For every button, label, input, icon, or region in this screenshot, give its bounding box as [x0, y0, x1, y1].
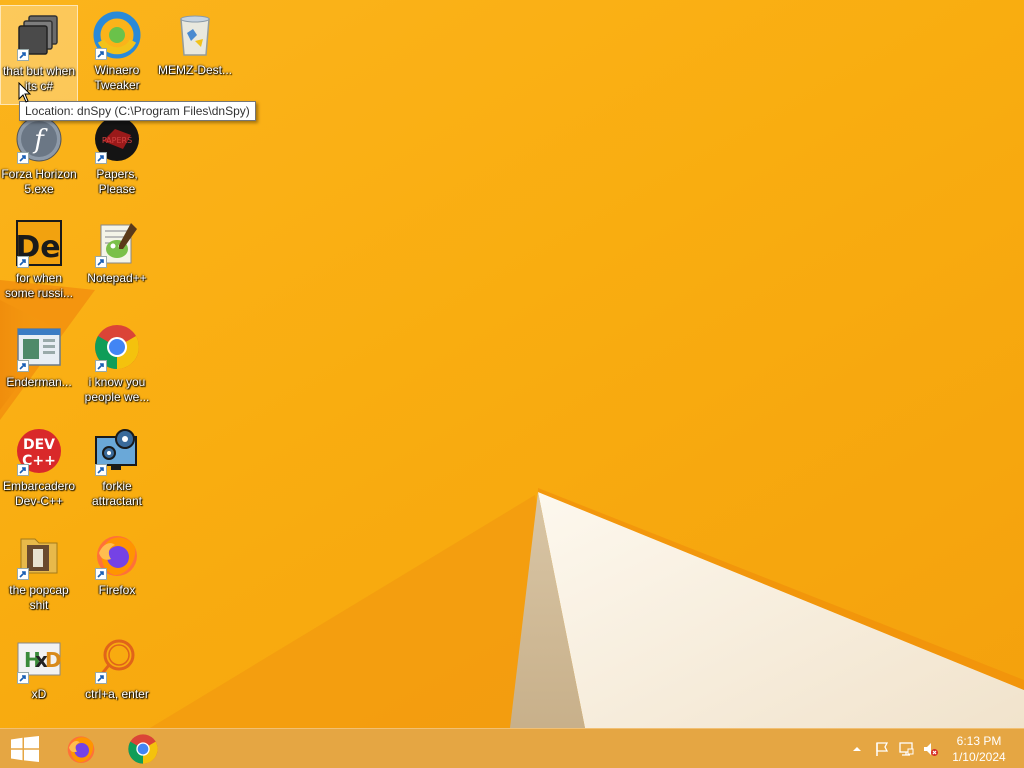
- taskbar: 6:13 PM 1/10/2024: [0, 728, 1024, 768]
- desktop-icon-label: Winaero Tweaker: [94, 63, 140, 92]
- shortcut-arrow-icon: [17, 49, 29, 61]
- desktop-icon-chrome[interactable]: i know you people we...: [78, 317, 156, 417]
- desktop-icon-de[interactable]: De for when some russi...: [0, 213, 78, 313]
- desktop-icon-label: xD: [31, 687, 47, 701]
- hxd-icon: HxD: [15, 635, 63, 684]
- circle-q-icon: [93, 635, 141, 684]
- desktop-icon-label: MEMZ-Dest...: [158, 63, 232, 77]
- network-icon: [899, 742, 914, 756]
- desktop-icon-label: the popcap shit: [9, 583, 69, 612]
- desktop-icon-label: Enderman...: [6, 375, 72, 389]
- desktop-icon-label: i know you people we...: [84, 375, 150, 404]
- shortcut-arrow-icon: [17, 568, 29, 580]
- desktop-icon-label: for when some russi...: [4, 271, 73, 300]
- desktop-icon-forkie[interactable]: forkie attractant: [78, 421, 156, 521]
- chrome-icon: [93, 323, 141, 372]
- desktop-icon-enderman[interactable]: Enderman...: [0, 317, 78, 417]
- chrome-icon: [128, 734, 158, 764]
- desktop-icon-papers-please[interactable]: PAPERS Papers, Please: [78, 109, 156, 209]
- shortcut-arrow-icon: [17, 672, 29, 684]
- clock-date: 1/10/2024: [952, 750, 1006, 764]
- desktop-icon-winaero[interactable]: Winaero Tweaker: [78, 5, 156, 105]
- devcpp-icon: DEV C++: [15, 427, 63, 476]
- desktop-icon-label: Firefox: [98, 583, 136, 597]
- shortcut-arrow-icon: [95, 360, 107, 372]
- desktop-icon-label: Forza Horizon 5.exe: [1, 167, 77, 196]
- windows-logo-icon: [11, 736, 39, 762]
- shortcut-arrow-icon: [17, 464, 29, 476]
- svg-text:PAPERS: PAPERS: [102, 136, 132, 145]
- action-center-button[interactable]: [873, 729, 891, 768]
- chevron-up-icon: [853, 747, 861, 751]
- clock[interactable]: 6:13 PM 1/10/2024: [944, 733, 1014, 765]
- shortcut-arrow-icon: [95, 568, 107, 580]
- taskbar-firefox-button[interactable]: [51, 729, 111, 768]
- shortcut-arrow-icon: [95, 152, 107, 164]
- gear-monitor-icon: [93, 427, 141, 476]
- shortcut-arrow-icon: [95, 464, 107, 476]
- desktop-icon-forza[interactable]: f Forza Horizon 5.exe: [0, 109, 78, 209]
- desktop-icon-label: forkie attractant: [91, 479, 143, 508]
- firefox-icon: [67, 736, 95, 763]
- desktop-icon-label: Embarcadero Dev-C++: [2, 479, 76, 508]
- shortcut-arrow-icon: [95, 256, 107, 268]
- location-tooltip: Location: dnSpy (C:\Program Files\dnSpy): [19, 101, 256, 121]
- desktop-icon-label: Notepad++: [87, 271, 147, 285]
- desktop-icon-firefox[interactable]: Firefox: [78, 525, 156, 625]
- desktop-icon-label: that but when its c#: [2, 64, 76, 93]
- svg-text:DEV: DEV: [23, 437, 55, 453]
- desktop-icon-devcpp[interactable]: DEV C++ Embarcadero Dev-C++: [0, 421, 78, 521]
- clock-time: 6:13 PM: [956, 734, 1002, 748]
- desktop-icon-dnspy[interactable]: that but when its c#: [0, 5, 78, 105]
- window-icon: [15, 323, 63, 372]
- desktop-icon-label: Papers, Please: [96, 167, 138, 196]
- desktop-icon-notepadpp[interactable]: Notepad++: [78, 213, 156, 313]
- desktop-icon-ctrl-a-enter[interactable]: ctrl+a, enter: [78, 629, 156, 729]
- volume-button[interactable]: [921, 729, 939, 768]
- de-icon: De: [15, 219, 63, 268]
- desktop-icon-hxd[interactable]: HxD xD: [0, 629, 78, 729]
- volume-muted-icon: [924, 743, 938, 756]
- winaero-icon: [93, 11, 141, 60]
- shortcut-arrow-icon: [17, 360, 29, 372]
- recycle-bin-icon: [171, 11, 219, 59]
- show-hidden-icons-button[interactable]: [849, 729, 865, 768]
- desktop-icon-recycle-bin[interactable]: MEMZ-Dest...: [156, 5, 234, 105]
- popcap-icon: [15, 531, 63, 580]
- shortcut-arrow-icon: [95, 48, 107, 60]
- dnspy-icon: [15, 12, 63, 61]
- desktop-icon-label: ctrl+a, enter: [85, 687, 149, 701]
- svg-text:D: D: [45, 648, 62, 672]
- mouse-cursor-icon: [18, 82, 32, 103]
- notepadpp-icon: [93, 219, 141, 268]
- papers-please-icon: PAPERS: [93, 115, 141, 164]
- network-button[interactable]: [897, 729, 915, 768]
- taskbar-chrome-button[interactable]: [113, 729, 173, 768]
- flag-icon: [876, 742, 889, 756]
- flash-icon: f: [15, 115, 63, 164]
- shortcut-arrow-icon: [17, 152, 29, 164]
- desktop-icon-popcap[interactable]: the popcap shit: [0, 525, 78, 625]
- start-button[interactable]: [0, 729, 50, 768]
- shortcut-arrow-icon: [17, 256, 29, 268]
- shortcut-arrow-icon: [95, 672, 107, 684]
- firefox-icon: [93, 531, 141, 580]
